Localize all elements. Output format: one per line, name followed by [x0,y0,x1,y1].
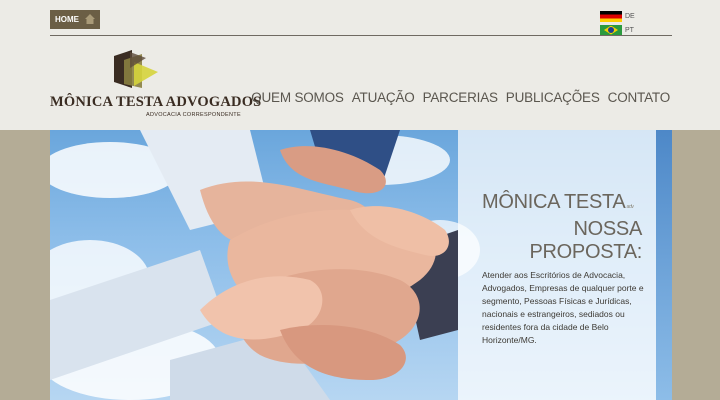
nav-publicacoes[interactable]: PUBLICAÇÕES [506,90,600,105]
home-label: HOME [55,15,79,24]
logo-subtitle: ADVOCACIA CORRESPONDENTE [146,112,241,118]
language-code: PT [625,26,634,34]
heading-line-2: PROPOSTA: [529,241,642,263]
panel-brand: MÔNICA TESTAadv [482,191,634,214]
nav-contato[interactable]: CONTATO [608,90,671,105]
proposal-panel: MÔNICA TESTAadv NOSSA PROPOSTA: Atender … [458,130,656,400]
home-button[interactable]: HOME [50,10,100,29]
panel-heading: NOSSA PROPOSTA: [529,218,642,264]
logo[interactable]: MÔNICA TESTA ADVOGADOS ADVOCACIA CORRESP… [50,48,261,120]
header-divider [50,35,672,36]
main-nav: QUEM SOMOS ATUAÇÃO PARCERIAS PUBLICAÇÕES… [251,90,670,105]
nav-quem-somos[interactable]: QUEM SOMOS [251,90,344,105]
house-icon [85,14,95,24]
logo-mark-icon [114,50,158,88]
germany-flag-icon [600,10,622,22]
panel-body-text: Atender aos Escritórios de Advocacia, Ad… [482,270,644,345]
hero-banner: MÔNICA TESTAadv NOSSA PROPOSTA: Atender … [50,130,672,400]
language-code: DE [625,12,635,20]
logo-name: MÔNICA TESTA ADVOGADOS [50,94,262,110]
nav-atuacao[interactable]: ATUAÇÃO [352,90,415,105]
panel-brand-name: MÔNICA TESTA [482,191,626,213]
language-de[interactable]: DE [600,10,635,22]
nav-parcerias[interactable]: PARCERIAS [423,90,498,105]
heading-line-1: NOSSA [573,218,642,240]
language-selector: DE PT [600,10,635,38]
panel-brand-suffix: adv [626,204,634,210]
brazil-flag-icon [600,24,622,36]
hero-edge-strip [656,130,672,400]
site-header: HOME DE PT MÔNICA TESTA ADVOGADOS ADVOCA… [0,0,720,130]
